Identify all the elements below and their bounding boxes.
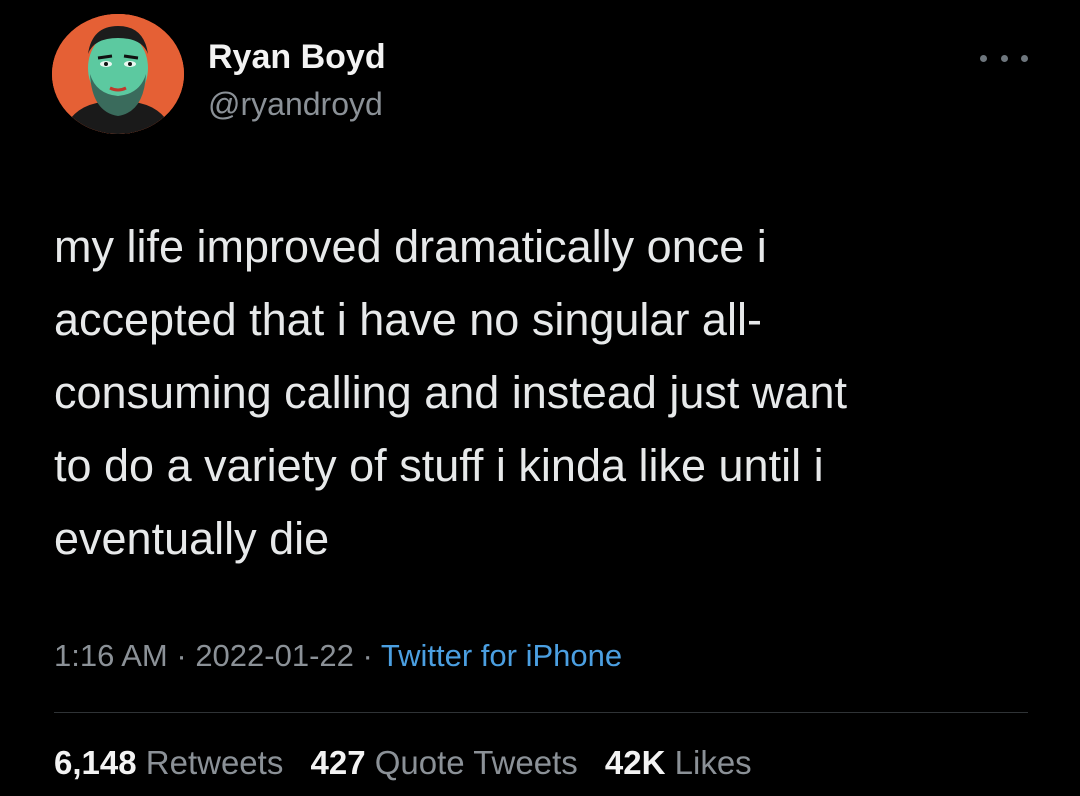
avatar[interactable] xyxy=(52,14,184,134)
divider xyxy=(54,712,1028,713)
avatar-portrait-icon xyxy=(52,14,184,134)
tweet-meta: 1:16 AM · 2022-01-22 · Twitter for iPhon… xyxy=(54,638,622,674)
likes-label: Likes xyxy=(674,744,752,781)
more-dot xyxy=(1021,54,1028,62)
tweet-time[interactable]: 1:16 AM xyxy=(54,638,168,673)
likes-stat[interactable]: 42K Likes xyxy=(605,744,752,781)
likes-count: 42K xyxy=(604,744,666,781)
quote-tweets-label: Quote Tweets xyxy=(374,744,578,781)
quote-tweets-count: 427 xyxy=(310,744,366,781)
more-dot xyxy=(980,54,987,62)
tweet-source-link[interactable]: Twitter for iPhone xyxy=(381,638,622,673)
tweet-text: my life improved dramatically once i acc… xyxy=(54,221,847,564)
more-dot xyxy=(1000,54,1008,62)
meta-separator: · xyxy=(167,638,196,673)
retweets-count: 6,148 xyxy=(54,744,137,781)
retweets-stat[interactable]: 6,148 Retweets xyxy=(54,744,283,781)
quote-tweets-stat[interactable]: 427 Quote Tweets xyxy=(311,744,578,781)
tweet-date[interactable]: 2022-01-22 xyxy=(195,638,354,673)
display-name[interactable]: Ryan Boyd xyxy=(208,38,386,77)
tweet-stats: 6,148 Retweets 427 Quote Tweets 42K Like… xyxy=(54,744,770,782)
more-horizontal-icon[interactable] xyxy=(980,46,1028,70)
meta-separator: · xyxy=(353,638,381,673)
retweets-label: Retweets xyxy=(145,744,284,781)
tweet-card: Ryan Boyd @ryandroyd my life improved dr… xyxy=(0,0,1080,796)
user-handle[interactable]: @ryandroyd xyxy=(208,86,383,123)
